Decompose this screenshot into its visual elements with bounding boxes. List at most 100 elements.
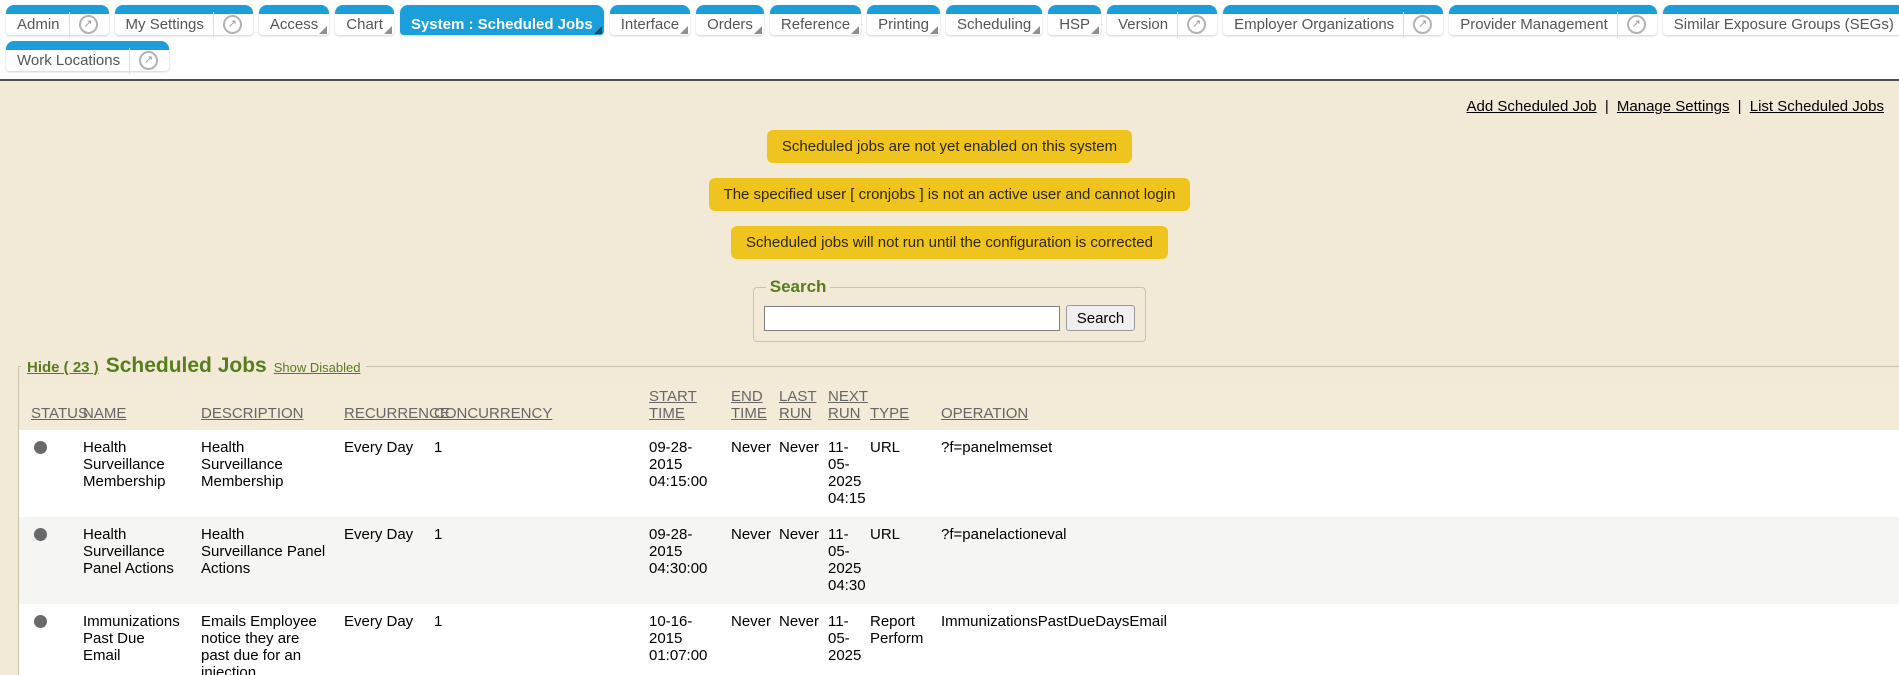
operation-cell: ?f=panelmemset — [933, 430, 1857, 517]
tab-label: My Settings — [126, 16, 204, 33]
cgi-cell — [1857, 604, 1899, 675]
table-row[interactable]: Health Surveillance Panel Actions Health… — [19, 517, 1899, 604]
tab-version[interactable]: Version ↗ — [1107, 5, 1217, 35]
tab-admin[interactable]: Admin ↗ — [6, 5, 109, 35]
last-run-cell: Never — [771, 430, 820, 517]
tab-popout[interactable]: ↗ — [129, 48, 158, 74]
scheduled-jobs-section: Hide ( 23 ) Scheduled Jobs Show Disabled… — [18, 354, 1899, 675]
description-cell: Health Surveillance Membership — [193, 430, 336, 517]
type-cell: URL — [862, 430, 933, 517]
tab-label: Reference — [781, 16, 850, 33]
external-link-icon[interactable]: ↗ — [139, 51, 158, 70]
tab-label: HSP — [1059, 16, 1090, 33]
list-scheduled-jobs-link[interactable]: List Scheduled Jobs — [1750, 98, 1884, 115]
table-row[interactable]: Immunizations Past Due Email Emails Empl… — [19, 604, 1899, 675]
table-header: STATUS NAME DESCRIPTION RECURRENCE CONCU… — [19, 382, 1899, 430]
search-button[interactable]: Search — [1066, 305, 1136, 331]
tab-similar-exposure-groups[interactable]: Similar Exposure Groups (SEGs) ↗ — [1663, 5, 1899, 35]
external-link-icon[interactable]: ↗ — [79, 15, 98, 34]
start-time-cell: 10-16-2015 01:07:00 — [641, 604, 723, 675]
tab-label: Similar Exposure Groups (SEGs) — [1674, 16, 1894, 33]
tab-row-1: Admin ↗ My Settings ↗ Access Chart Syste… — [6, 5, 1893, 35]
status-cell — [19, 517, 75, 604]
end-time-cell: Never — [723, 517, 771, 604]
table-row[interactable]: Health Surveillance Membership Health Su… — [19, 430, 1899, 517]
column-header-concurrency[interactable]: CONCURRENCY — [426, 382, 641, 430]
search-legend: Search — [766, 277, 831, 297]
hide-count-link[interactable]: Hide ( 23 ) — [27, 359, 99, 376]
column-header-name[interactable]: NAME — [75, 382, 193, 430]
status-cell — [19, 604, 75, 675]
column-header-type[interactable]: TYPE — [862, 382, 933, 430]
tab-bar: Admin ↗ My Settings ↗ Access Chart Syste… — [0, 0, 1899, 81]
column-header-last-run[interactable]: LAST RUN — [771, 382, 820, 430]
operation-cell: ?f=panelactioneval — [933, 517, 1857, 604]
tab-label: Printing — [878, 16, 929, 33]
column-header-start-time[interactable]: START TIME — [641, 382, 723, 430]
start-time-cell: 09-28-2015 04:15:00 — [641, 430, 723, 517]
tab-access[interactable]: Access — [259, 5, 329, 35]
tab-orders[interactable]: Orders — [696, 5, 764, 35]
tab-interface[interactable]: Interface — [610, 5, 690, 35]
show-disabled-link[interactable]: Show Disabled — [274, 360, 361, 375]
tab-popout[interactable]: ↗ — [1617, 12, 1646, 38]
scheduled-jobs-legend: Hide ( 23 ) Scheduled Jobs Show Disabled — [21, 354, 366, 378]
tab-printing[interactable]: Printing — [867, 5, 940, 35]
scheduled-jobs-page: { "icons": { "external_arrow": "↗" }, "c… — [0, 0, 1899, 675]
tab-label: Employer Organizations — [1234, 16, 1394, 33]
tab-popout[interactable]: ↗ — [213, 12, 242, 38]
type-cell: Report Perform — [862, 604, 933, 675]
column-header-status[interactable]: STATUS — [19, 382, 75, 430]
tab-label: Access — [270, 16, 318, 33]
tab-label: Scheduling — [957, 16, 1031, 33]
tab-label: System : Scheduled Jobs — [411, 16, 593, 33]
column-header-cgi[interactable]: CGI — [1857, 382, 1899, 430]
status-cell — [19, 430, 75, 517]
tab-popout[interactable]: ↗ — [1403, 12, 1432, 38]
search-input[interactable] — [764, 306, 1060, 331]
scheduled-jobs-title: Scheduled Jobs — [106, 354, 267, 378]
tab-label: Provider Management — [1460, 16, 1608, 33]
manage-settings-link[interactable]: Manage Settings — [1617, 98, 1730, 115]
external-link-icon[interactable]: ↗ — [1187, 15, 1206, 34]
concurrency-cell: 1 — [426, 604, 641, 675]
external-link-icon[interactable]: ↗ — [223, 15, 242, 34]
recurrence-cell: Every Day — [336, 430, 426, 517]
column-header-recurrence[interactable]: RECURRENCE — [336, 382, 426, 430]
link-separator: | — [1605, 98, 1609, 115]
tab-reference[interactable]: Reference — [770, 5, 861, 35]
next-run-cell: 11-05-2025 — [820, 604, 862, 675]
tab-chart[interactable]: Chart — [335, 5, 394, 35]
tab-system-scheduled-jobs[interactable]: System : Scheduled Jobs — [400, 5, 604, 35]
tab-provider-management[interactable]: Provider Management ↗ — [1449, 5, 1657, 35]
link-separator: | — [1738, 98, 1742, 115]
tab-my-settings[interactable]: My Settings ↗ — [115, 5, 253, 35]
search-fieldset: Search Search — [753, 277, 1147, 342]
concurrency-cell: 1 — [426, 517, 641, 604]
tab-label: Orders — [707, 16, 753, 33]
column-header-operation[interactable]: OPERATION — [933, 382, 1857, 430]
description-cell: Health Surveillance Panel Actions — [193, 517, 336, 604]
start-time-cell: 09-28-2015 04:30:00 — [641, 517, 723, 604]
tab-scheduling[interactable]: Scheduling — [946, 5, 1042, 35]
column-header-end-time[interactable]: END TIME — [723, 382, 771, 430]
tab-popout[interactable]: ↗ — [69, 12, 98, 38]
name-cell: Immunizations Past Due Email — [75, 604, 193, 675]
tab-employer-organizations[interactable]: Employer Organizations ↗ — [1223, 5, 1443, 35]
column-header-description[interactable]: DESCRIPTION — [193, 382, 336, 430]
tab-hsp[interactable]: HSP — [1048, 5, 1101, 35]
external-link-icon[interactable]: ↗ — [1627, 15, 1646, 34]
tab-label: Work Locations — [17, 52, 120, 69]
column-header-next-run[interactable]: NEXT RUN — [820, 382, 862, 430]
action-links-row: Add Scheduled Job | Manage Settings | Li… — [0, 81, 1899, 115]
external-link-icon[interactable]: ↗ — [1413, 15, 1432, 34]
tab-work-locations[interactable]: Work Locations ↗ — [6, 41, 169, 71]
tab-label: Chart — [346, 16, 383, 33]
status-indicator-icon — [34, 615, 47, 628]
tab-popout[interactable]: ↗ — [1177, 12, 1206, 38]
end-time-cell: Never — [723, 604, 771, 675]
operation-cell: ImmunizationsPastDueDaysEmail — [933, 604, 1857, 675]
add-scheduled-job-link[interactable]: Add Scheduled Job — [1467, 98, 1597, 115]
status-indicator-icon — [34, 441, 47, 454]
table-header-row: STATUS NAME DESCRIPTION RECURRENCE CONCU… — [19, 382, 1899, 430]
